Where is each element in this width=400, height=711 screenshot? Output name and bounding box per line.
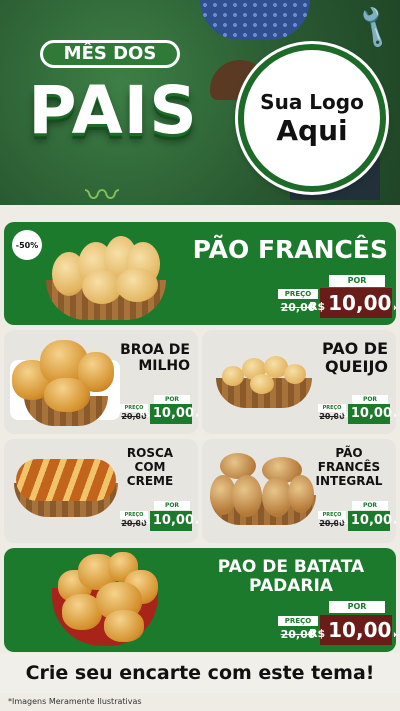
disclaimer-text: *Imagens Meramente Ilustrativas bbox=[8, 697, 142, 706]
new-price: R$ 10,00 KG bbox=[140, 511, 198, 531]
cheese-bread bbox=[250, 374, 274, 394]
cta-banner[interactable]: Crie seu encarte com este tema! bbox=[0, 653, 400, 693]
product-name: PÃO FRANCÊS INTEGRAL bbox=[315, 446, 383, 488]
por-label: POR bbox=[329, 275, 385, 287]
potato-bun bbox=[104, 610, 144, 642]
integral-roll bbox=[232, 475, 262, 517]
product-card-pao-integral[interactable]: PÃO FRANCÊS INTEGRAL POR PREÇO 20,00 R$ … bbox=[202, 439, 396, 543]
discount-badge: -50% bbox=[12, 230, 42, 260]
por-label: POR bbox=[352, 395, 388, 404]
product-card-rosca[interactable]: ROSCA COM CREME POR PREÇO 20,00 R$ 10,00… bbox=[4, 439, 198, 543]
wrench-icon: 🔧 bbox=[348, 3, 399, 52]
logo-placeholder[interactable]: Sua Logo Aqui bbox=[238, 44, 386, 192]
logo-line-2: Aqui bbox=[276, 113, 348, 147]
unit: KG bbox=[196, 413, 198, 418]
header-banner: 🔧 MÊS DOS PAIS 〰 Sua Logo Aqui bbox=[0, 0, 400, 205]
unit: KG bbox=[393, 305, 396, 312]
por-label: POR bbox=[352, 501, 388, 510]
rosca-bread bbox=[16, 459, 116, 501]
currency: R$ bbox=[139, 518, 150, 526]
product-card-broa[interactable]: BROA DE MILHO POR PREÇO 20,00 R$ 10,00 K… bbox=[4, 330, 198, 434]
price-value: 10,00 bbox=[350, 406, 392, 421]
month-badge: MÊS DOS bbox=[40, 40, 180, 68]
broa-bun bbox=[44, 378, 90, 412]
currency: R$ bbox=[309, 300, 326, 313]
product-name: PAO DE QUEIJO bbox=[321, 339, 388, 377]
currency: R$ bbox=[309, 627, 326, 640]
new-price: R$ 10,00 KG bbox=[338, 511, 396, 531]
currency: R$ bbox=[337, 411, 348, 419]
price-value: 10,00 bbox=[152, 406, 194, 421]
new-price: R$ 10,00 KG bbox=[309, 288, 396, 318]
por-label: POR bbox=[154, 501, 190, 510]
cheese-bread bbox=[222, 366, 244, 386]
product-card-pao-batata[interactable]: PAO DE BATATA PADARIA POR PREÇO 20,00 R$… bbox=[4, 548, 396, 652]
new-price: R$ 10,00 KG bbox=[140, 404, 198, 424]
price-value: 10,00 bbox=[328, 618, 392, 642]
currency: R$ bbox=[139, 411, 150, 419]
unit: KG bbox=[394, 520, 396, 525]
product-card-pao-frances[interactable]: -50% PÃO FRANCÊS POR PREÇO 20,00 R$ 10,0… bbox=[4, 222, 396, 325]
bread-roll bbox=[116, 268, 158, 302]
mustache-icon: 〰 bbox=[85, 176, 119, 205]
price-value: 10,00 bbox=[328, 291, 392, 315]
unit: KG bbox=[393, 632, 396, 639]
por-label: POR bbox=[329, 601, 385, 613]
product-name: PÃO FRANCÊS bbox=[192, 235, 388, 264]
product-name: PAO DE BATATA PADARIA bbox=[217, 557, 365, 596]
tie-decoration bbox=[200, 0, 310, 40]
new-price: R$ 10,00 KG bbox=[309, 615, 396, 645]
logo-line-1: Sua Logo bbox=[260, 89, 364, 114]
cheese-bread bbox=[284, 364, 306, 384]
unit: KG bbox=[394, 413, 396, 418]
product-name: BROA DE MILHO bbox=[120, 342, 190, 375]
price-value: 10,00 bbox=[152, 513, 194, 528]
currency: R$ bbox=[337, 518, 348, 526]
new-price: R$ 10,00 KG bbox=[338, 404, 396, 424]
product-name: ROSCA COM CREME bbox=[126, 446, 174, 488]
price-value: 10,00 bbox=[350, 513, 392, 528]
product-card-pao-queijo[interactable]: PAO DE QUEIJO POR PREÇO 20,00 R$ 10,00 K… bbox=[202, 330, 396, 434]
unit: KG bbox=[196, 520, 198, 525]
por-label: POR bbox=[154, 395, 190, 404]
fathers-title: PAIS bbox=[28, 72, 198, 149]
